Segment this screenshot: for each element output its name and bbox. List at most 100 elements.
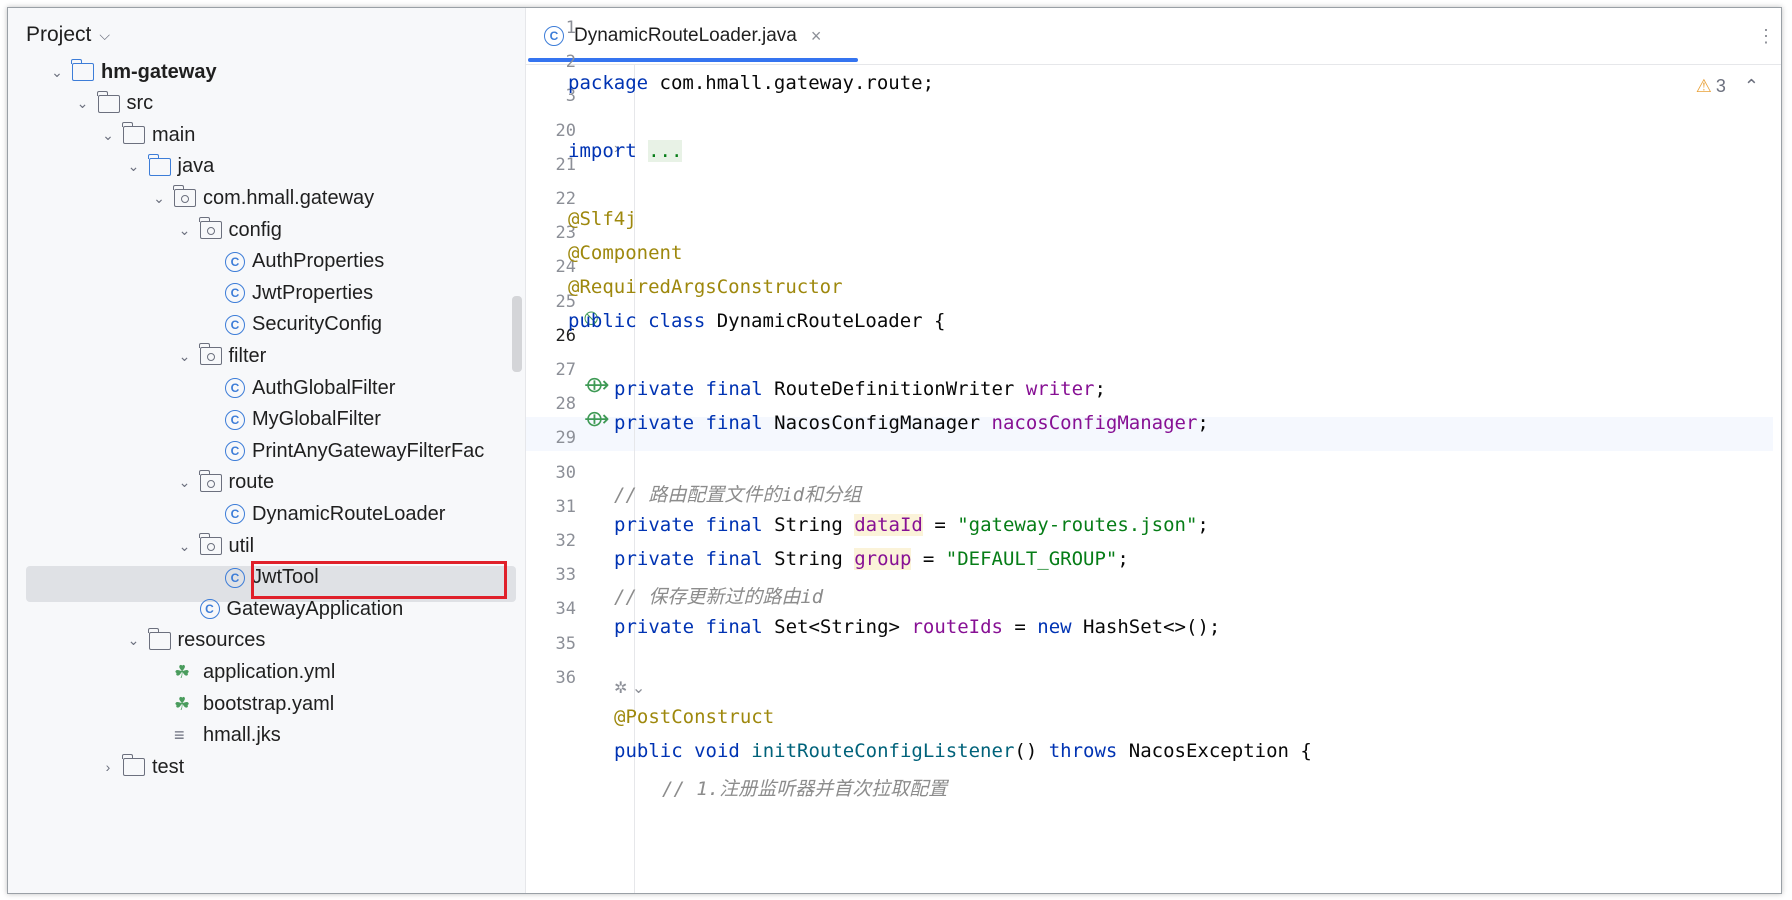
code-line-26[interactable]: private final RouteDefinitionWriter writ… bbox=[614, 378, 1781, 400]
folder-icon bbox=[147, 153, 171, 176]
tree-item-dynamicrouteloader[interactable]: C DynamicRouteLoader bbox=[8, 496, 525, 532]
package-icon bbox=[198, 343, 222, 366]
ide-window: Project ⌵ ⌄ hm-gateway ⌄ src ⌄ main ⌄ java ⌄ com.… bbox=[7, 7, 1782, 894]
tree-item-test[interactable]: › test bbox=[8, 749, 525, 785]
code-line-21[interactable]: @Slf4j bbox=[568, 208, 1781, 230]
chevron-down-icon[interactable]: ⌄ bbox=[176, 222, 194, 239]
tree-item-com-hmall-gateway[interactable]: ⌄ com.hmall.gateway bbox=[8, 180, 525, 216]
tree-item-label: SecurityConfig bbox=[252, 313, 383, 336]
code-line-1[interactable]: package com.hmall.gateway.route; bbox=[568, 72, 1781, 94]
tree-item-label: filter bbox=[228, 344, 267, 367]
more-tabs-icon[interactable]: ⋮ bbox=[1757, 26, 1775, 47]
ai-actions-icon[interactable]: ✲ ⌄ bbox=[614, 678, 645, 698]
tree-item-route[interactable]: ⌄ route bbox=[8, 465, 525, 501]
line-number: 36 bbox=[555, 667, 576, 688]
line-number: 33 bbox=[555, 565, 576, 586]
tree-item-jwtproperties[interactable]: C JwtProperties bbox=[8, 275, 525, 311]
code-text: HashSet<>(); bbox=[1071, 616, 1221, 638]
line-number: 34 bbox=[555, 599, 576, 620]
code-line-22[interactable]: @Component bbox=[568, 242, 1781, 264]
tree-item-authproperties[interactable]: C AuthProperties bbox=[8, 244, 525, 280]
tree-item-config[interactable]: ⌄ config bbox=[8, 212, 525, 248]
chevron-down-icon[interactable]: ⌄ bbox=[48, 64, 66, 81]
code-line-23[interactable]: @RequiredArgsConstructor bbox=[568, 276, 1781, 298]
chevron-down-icon[interactable]: ⌵ bbox=[99, 27, 110, 44]
tree-item-authglobalfilter[interactable]: C AuthGlobalFilter bbox=[8, 370, 525, 406]
chevron-right-icon[interactable]: › bbox=[99, 759, 117, 775]
keyword: private final bbox=[614, 616, 763, 638]
field: writer bbox=[1025, 378, 1095, 400]
tree-item-resources[interactable]: ⌄ resources bbox=[8, 623, 525, 659]
tree-item-label: MyGlobalFilter bbox=[252, 408, 381, 431]
tree-item-label: JwtProperties bbox=[252, 281, 374, 304]
active-tab-indicator bbox=[528, 58, 858, 62]
code-line-35[interactable]: @PostConstruct bbox=[614, 706, 1781, 728]
tree-item-myglobalfilter[interactable]: C MyGlobalFilter bbox=[8, 402, 525, 438]
class-icon: C bbox=[225, 251, 245, 272]
tree-item-hm-gateway[interactable]: ⌄ hm-gateway bbox=[8, 54, 525, 90]
class-icon: C bbox=[225, 378, 245, 398]
class-icon: C bbox=[225, 441, 245, 462]
code-line-33[interactable]: private final Set<String> routeIds = new… bbox=[614, 616, 1781, 638]
code-line-31[interactable]: private final String group = "DEFAULT_GR… bbox=[614, 548, 1781, 570]
tree-item-label: route bbox=[228, 471, 275, 494]
code-line-30[interactable]: private final String dataId = "gateway-r… bbox=[614, 514, 1781, 536]
chevron-down-icon[interactable]: ⌄ bbox=[176, 474, 194, 491]
line-number: 28 bbox=[555, 394, 576, 415]
keyword: new bbox=[1037, 616, 1072, 638]
package-icon bbox=[198, 217, 222, 239]
project-panel-header[interactable]: Project ⌵ bbox=[26, 20, 110, 50]
chevron-down-icon[interactable]: ⌄ bbox=[150, 190, 168, 207]
string: "gateway-routes.json" bbox=[957, 514, 1198, 536]
tree-item-label: PrintAnyGatewayFilterFac bbox=[252, 439, 485, 462]
chevron-down-icon[interactable]: ⌄ bbox=[125, 158, 143, 175]
line-number: 31 bbox=[555, 496, 576, 517]
chevron-down-icon[interactable]: ⌄ bbox=[125, 632, 143, 649]
line-number: 1 bbox=[565, 18, 576, 38]
tree-item-src[interactable]: ⌄ src bbox=[8, 86, 525, 122]
code-line-36[interactable]: public void initRouteConfigListener() th… bbox=[614, 740, 1781, 762]
chevron-down-icon[interactable]: ⌄ bbox=[99, 127, 117, 144]
folded-imports[interactable]: ... bbox=[648, 140, 683, 162]
tree-item-util[interactable]: ⌄ util bbox=[8, 528, 525, 564]
tree-item-label: test bbox=[152, 755, 185, 778]
code-line-37[interactable]: // 1.注册监听器并首次拉取配置 bbox=[662, 774, 1781, 801]
tree-item-hmall-jks[interactable]: ≡ hmall.jks bbox=[8, 718, 525, 754]
line-number: 27 bbox=[555, 360, 576, 380]
code-line-29[interactable]: // 路由配置文件的id和分组 bbox=[614, 480, 1781, 507]
keyword: private final bbox=[614, 514, 763, 536]
chevron-down-icon[interactable]: ⌄ bbox=[74, 95, 92, 112]
tree-item-printanygatewayfilterfac[interactable]: C PrintAnyGatewayFilterFac bbox=[8, 433, 525, 469]
chevron-down-icon[interactable]: ⌄ bbox=[176, 538, 194, 555]
package-icon bbox=[173, 185, 196, 208]
tree-item-java[interactable]: ⌄ java bbox=[8, 149, 525, 185]
code-line-32[interactable]: // 保存更新过的路由id bbox=[614, 582, 1781, 609]
tree-item-securityconfig[interactable]: C SecurityConfig bbox=[8, 307, 525, 343]
type: String bbox=[762, 514, 855, 536]
tree-item-main[interactable]: ⌄ main bbox=[8, 117, 525, 153]
tree-item-application-yml[interactable]: ☘ application.yml bbox=[8, 654, 525, 690]
type: NacosConfigManager bbox=[762, 412, 992, 434]
code-line-24[interactable]: public class DynamicRouteLoader { bbox=[568, 310, 1781, 332]
editor-area: C DynamicRouteLoader.java × ⋮ 1 2 3 20 21 22 2… bbox=[526, 8, 1781, 893]
code-line-3[interactable]: import ... bbox=[568, 140, 1781, 162]
spring-config-icon: ☘ bbox=[174, 662, 191, 683]
gutter-divider bbox=[634, 64, 635, 893]
close-icon[interactable]: × bbox=[811, 26, 822, 47]
bean-injection-icon[interactable]: ⟴ bbox=[584, 406, 610, 432]
line-number: 35 bbox=[555, 633, 576, 654]
code-text: DynamicRouteLoader { bbox=[705, 310, 946, 332]
class-icon: C bbox=[225, 567, 245, 588]
field: dataId bbox=[854, 514, 923, 536]
tree-item-bootstrap-yaml[interactable]: ☘ bootstrap.yaml bbox=[8, 686, 525, 722]
line-number: 22 bbox=[555, 189, 576, 209]
tree-item-filter[interactable]: ⌄ filter bbox=[8, 338, 525, 374]
keyword: import bbox=[568, 140, 637, 162]
class-icon: C bbox=[225, 283, 245, 304]
type: Set<String> bbox=[762, 616, 912, 638]
chevron-down-icon[interactable]: ⌄ bbox=[176, 348, 194, 365]
bean-injection-icon[interactable]: ⟴ bbox=[584, 372, 610, 398]
keyword: package bbox=[568, 72, 649, 94]
code-line-27[interactable]: private final NacosConfigManager nacosCo… bbox=[614, 412, 1781, 434]
code-text: NacosException { bbox=[1117, 740, 1312, 762]
